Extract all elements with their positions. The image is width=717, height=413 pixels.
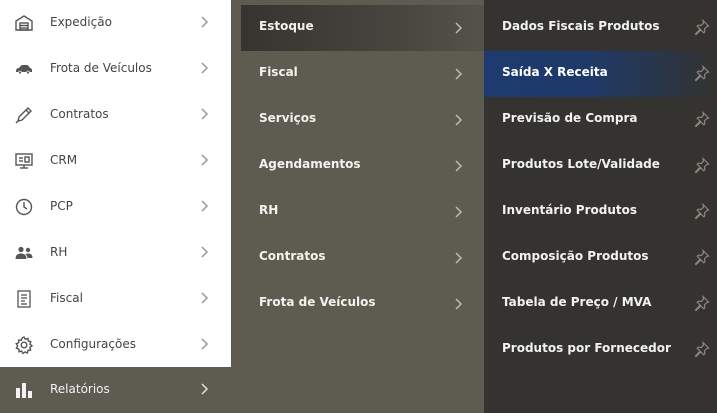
- menu-item-label: CRM: [50, 153, 78, 167]
- report-item-inventario[interactable]: Inventário Produtos: [484, 189, 717, 235]
- report-item-label: Dados Fiscais Produtos: [502, 19, 660, 33]
- menu-item-label: Frota de Veículos: [50, 61, 152, 75]
- main-menu: Expedição Frota de Veículos Contratos CR…: [0, 0, 231, 413]
- chevron-right-icon: [199, 381, 209, 397]
- submenu-item-label: Agendamentos: [259, 157, 361, 171]
- report-item-label: Inventário Produtos: [502, 203, 638, 217]
- menu-item-fiscal[interactable]: Fiscal: [0, 276, 231, 322]
- report-item-lote-validade[interactable]: Produtos Lote/Validade: [484, 143, 717, 189]
- chevron-right-icon: [453, 20, 463, 36]
- menu-item-label: Configurações: [50, 337, 136, 351]
- menu-item-expedicao[interactable]: Expedição: [0, 0, 231, 46]
- menu-item-frota[interactable]: Frota de Veículos: [0, 46, 231, 92]
- report-item-saida-receita[interactable]: Saída X Receita: [484, 51, 717, 97]
- menu-item-label: Relatórios: [50, 382, 110, 396]
- report-item-dados-fiscais[interactable]: Dados Fiscais Produtos: [484, 5, 717, 51]
- submenu-item-agendamentos[interactable]: Agendamentos: [241, 143, 484, 189]
- chevron-right-icon: [453, 296, 463, 312]
- report-item-tabela-preco[interactable]: Tabela de Preço / MVA: [484, 281, 717, 327]
- chevron-right-icon: [199, 106, 209, 122]
- chevron-right-icon: [453, 250, 463, 266]
- bar-chart-icon: [14, 380, 34, 400]
- chevron-right-icon: [199, 14, 209, 30]
- pen-icon: [14, 105, 34, 125]
- gear-icon: [14, 335, 34, 355]
- chevron-right-icon: [199, 60, 209, 76]
- submenu-item-estoque[interactable]: Estoque: [241, 5, 484, 51]
- chevron-right-icon: [199, 198, 209, 214]
- menu-item-pcp[interactable]: PCP: [0, 184, 231, 230]
- menu-item-configuracoes[interactable]: Configurações: [0, 322, 231, 368]
- submenu-item-label: RH: [259, 203, 279, 217]
- submenu-item-frota[interactable]: Frota de Veículos: [241, 281, 484, 327]
- chevron-right-icon: [453, 204, 463, 220]
- submenu-item-servicos[interactable]: Serviços: [241, 97, 484, 143]
- menu-item-label: Expedição: [50, 15, 112, 29]
- pin-icon[interactable]: [694, 340, 710, 358]
- pin-icon[interactable]: [694, 156, 710, 174]
- report-item-label: Saída X Receita: [502, 65, 608, 79]
- menu-item-label: Contratos: [50, 107, 109, 121]
- chevron-right-icon: [453, 158, 463, 174]
- submenu-item-label: Frota de Veículos: [259, 295, 376, 309]
- submenu-item-label: Estoque: [259, 19, 314, 33]
- menu-item-contratos[interactable]: Contratos: [0, 92, 231, 138]
- warehouse-icon: [14, 13, 34, 33]
- pin-icon[interactable]: [694, 64, 710, 82]
- submenu-item-label: Contratos: [259, 249, 326, 263]
- report-item-por-fornecedor[interactable]: Produtos por Fornecedor: [484, 327, 717, 373]
- chevron-right-icon: [199, 244, 209, 260]
- report-item-previsao-compra[interactable]: Previsão de Compra: [484, 97, 717, 143]
- report-item-label: Tabela de Preço / MVA: [502, 295, 652, 309]
- chevron-right-icon: [199, 336, 209, 352]
- car-icon: [14, 59, 34, 79]
- pin-icon[interactable]: [694, 110, 710, 128]
- pin-icon[interactable]: [694, 202, 710, 220]
- submenu-item-label: Fiscal: [259, 65, 298, 79]
- menu-item-crm[interactable]: CRM: [0, 138, 231, 184]
- report-item-label: Composição Produtos: [502, 249, 649, 263]
- chevron-right-icon: [453, 112, 463, 128]
- menu-item-label: Fiscal: [50, 291, 83, 305]
- report-item-label: Produtos Lote/Validade: [502, 157, 660, 171]
- chevron-right-icon: [199, 152, 209, 168]
- pin-icon[interactable]: [694, 248, 710, 266]
- report-item-label: Previsão de Compra: [502, 111, 638, 125]
- report-category-menu: Estoque Fiscal Serviços Agendamentos RH …: [231, 0, 484, 413]
- users-icon: [14, 243, 34, 263]
- submenu-item-fiscal[interactable]: Fiscal: [241, 51, 484, 97]
- monitor-icon: [14, 151, 34, 171]
- pin-icon[interactable]: [694, 294, 710, 312]
- menu-item-label: RH: [50, 245, 68, 259]
- document-icon: [14, 289, 34, 309]
- submenu-item-contratos[interactable]: Contratos: [241, 235, 484, 281]
- report-item-label: Produtos por Fornecedor: [502, 341, 671, 355]
- menu-item-rh[interactable]: RH: [0, 230, 231, 276]
- submenu-item-rh[interactable]: RH: [241, 189, 484, 235]
- clock-icon: [14, 197, 34, 217]
- submenu-item-label: Serviços: [259, 111, 317, 125]
- estoque-reports-menu: Dados Fiscais Produtos Saída X Receita P…: [484, 0, 717, 413]
- chevron-right-icon: [199, 290, 209, 306]
- menu-item-relatorios[interactable]: Relatórios: [0, 367, 231, 413]
- report-item-composicao[interactable]: Composição Produtos: [484, 235, 717, 281]
- menu-item-label: PCP: [50, 199, 73, 213]
- chevron-right-icon: [453, 66, 463, 82]
- pin-icon[interactable]: [694, 18, 710, 36]
